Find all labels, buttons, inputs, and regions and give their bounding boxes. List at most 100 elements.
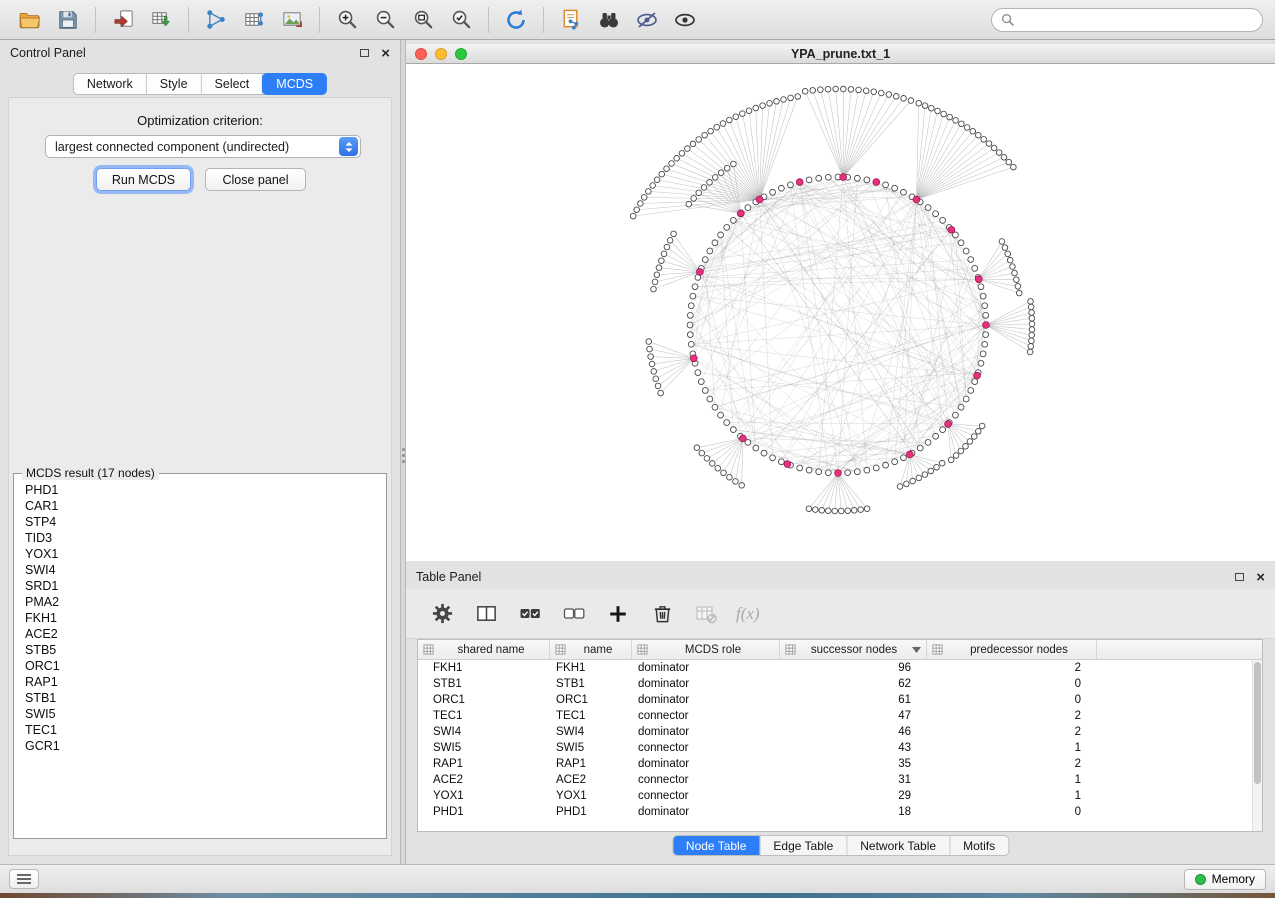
table-row[interactable]: STB1 STB1 dominator 62 0 xyxy=(418,676,1252,692)
mcds-list-item[interactable]: STB5 xyxy=(16,642,384,658)
network-node xyxy=(845,508,851,514)
mcds-list-item[interactable]: SRD1 xyxy=(16,578,384,594)
task-history-button[interactable] xyxy=(9,869,39,889)
run-mcds-button[interactable]: Run MCDS xyxy=(96,168,191,191)
close-panel-button[interactable]: Close panel xyxy=(205,168,306,191)
mcds-list-item[interactable]: PHD1 xyxy=(16,482,384,498)
show-details-button[interactable] xyxy=(667,4,703,36)
table-row[interactable]: ACE2 ACE2 connector 31 1 xyxy=(418,772,1252,788)
share-document-button[interactable] xyxy=(553,4,589,36)
network-table-button[interactable] xyxy=(236,4,272,36)
table-scrollbar[interactable] xyxy=(1252,660,1262,831)
mcds-list-item[interactable]: GCR1 xyxy=(16,738,384,754)
table-row[interactable]: RAP1 RAP1 dominator 35 2 xyxy=(418,756,1252,772)
scrollbar-thumb[interactable] xyxy=(1254,662,1261,784)
delete-column-button[interactable] xyxy=(648,600,676,628)
zoom-selected-button[interactable] xyxy=(443,4,479,36)
mcds-list-item[interactable]: CAR1 xyxy=(16,498,384,514)
mcds-list-item[interactable]: PMA2 xyxy=(16,594,384,610)
mcds-list-item[interactable]: YOX1 xyxy=(16,546,384,562)
tab-motifs[interactable]: Motifs xyxy=(950,836,1008,855)
chevron-down-icon[interactable] xyxy=(912,647,921,653)
table-row[interactable]: YOX1 YOX1 connector 29 1 xyxy=(418,788,1252,804)
tab-node-table[interactable]: Node Table xyxy=(673,836,761,855)
search-input[interactable] xyxy=(1020,13,1253,27)
table-cell: TEC1 xyxy=(550,710,632,722)
float-table-panel-icon[interactable] xyxy=(1235,573,1244,581)
mcds-list-item[interactable]: TID3 xyxy=(16,530,384,546)
table-cell: 31 xyxy=(780,774,927,786)
network-node xyxy=(928,468,934,474)
network-node xyxy=(818,87,824,93)
table-row[interactable]: PHD1 PHD1 dominator 18 0 xyxy=(418,804,1252,820)
column-header-shared-name[interactable]: shared name xyxy=(418,640,550,659)
memory-button[interactable]: Memory xyxy=(1184,869,1266,890)
mcds-list-item[interactable]: STB1 xyxy=(16,690,384,706)
show-columns-button[interactable] xyxy=(472,600,500,628)
column-header-name[interactable]: name xyxy=(550,640,632,659)
column-header-successor-nodes[interactable]: successor nodes xyxy=(780,640,927,659)
save-session-button[interactable] xyxy=(50,4,86,36)
network-node xyxy=(1001,154,1007,160)
hide-details-button[interactable] xyxy=(629,4,665,36)
mcds-list-item[interactable]: RAP1 xyxy=(16,674,384,690)
table-toolbar: f(x) xyxy=(406,589,1275,639)
network-node xyxy=(724,165,730,171)
mcds-list-item[interactable]: SWI5 xyxy=(16,706,384,722)
close-window-button[interactable] xyxy=(415,48,427,60)
deselect-all-button[interactable] xyxy=(560,600,588,628)
table-row[interactable]: TEC1 TEC1 connector 47 2 xyxy=(418,708,1252,724)
table-row[interactable]: ORC1 ORC1 dominator 61 0 xyxy=(418,692,1252,708)
select-all-button[interactable] xyxy=(516,600,544,628)
network-node xyxy=(658,390,664,396)
mcds-list-item[interactable]: SWI4 xyxy=(16,562,384,578)
new-network-button[interactable] xyxy=(198,4,234,36)
tab-select[interactable]: Select xyxy=(202,74,264,94)
zoom-fit-button[interactable] xyxy=(405,4,441,36)
table-cell: 0 xyxy=(927,806,1097,818)
table-row[interactable]: FKH1 FKH1 dominator 96 2 xyxy=(418,660,1252,676)
mcds-list-item[interactable]: STP4 xyxy=(16,514,384,530)
tab-edge-table[interactable]: Edge Table xyxy=(760,836,847,855)
tab-mcds[interactable]: MCDS xyxy=(262,73,327,95)
tab-network-table[interactable]: Network Table xyxy=(847,836,950,855)
create-column-button[interactable] xyxy=(604,600,632,628)
mcds-list-item[interactable]: ACE2 xyxy=(16,626,384,642)
network-node xyxy=(979,423,985,429)
column-label: name xyxy=(570,644,626,656)
zoom-out-button[interactable] xyxy=(367,4,403,36)
export-image-button[interactable] xyxy=(274,4,310,36)
close-table-panel-icon[interactable]: × xyxy=(1256,570,1265,585)
column-header-mcds-role[interactable]: MCDS role xyxy=(632,640,780,659)
import-table-from-file-button[interactable] xyxy=(143,4,179,36)
mcds-list-item[interactable]: FKH1 xyxy=(16,610,384,626)
zoom-in-button[interactable] xyxy=(329,4,365,36)
mcds-list-item[interactable]: TEC1 xyxy=(16,722,384,738)
column-grid-icon xyxy=(423,644,434,655)
refresh-button[interactable] xyxy=(498,4,534,36)
table-row[interactable]: SWI4 SWI4 dominator 46 2 xyxy=(418,724,1252,740)
network-window-titlebar[interactable]: YPA_prune.txt_1 xyxy=(406,44,1275,64)
network-node xyxy=(978,284,984,290)
mcds-list-item[interactable]: ORC1 xyxy=(16,658,384,674)
delete-table-button-disabled xyxy=(692,600,720,628)
table-settings-button[interactable] xyxy=(428,600,456,628)
column-header-predecessor-nodes[interactable]: predecessor nodes xyxy=(927,640,1097,659)
close-panel-icon[interactable]: × xyxy=(381,46,390,61)
trash-icon xyxy=(651,602,674,625)
optimization-select[interactable]: largest connected component (undirected) xyxy=(45,135,361,158)
table-cell: 18 xyxy=(780,806,927,818)
search-box[interactable] xyxy=(991,8,1263,32)
float-panel-icon[interactable] xyxy=(360,49,369,57)
minimize-window-button[interactable] xyxy=(435,48,447,60)
tab-style[interactable]: Style xyxy=(147,74,202,94)
open-file-button[interactable] xyxy=(12,4,48,36)
find-button[interactable] xyxy=(591,4,627,36)
tab-network[interactable]: Network xyxy=(74,74,147,94)
network-canvas-svg[interactable] xyxy=(406,64,1275,561)
import-network-from-file-button[interactable] xyxy=(105,4,141,36)
network-canvas[interactable] xyxy=(406,64,1275,561)
maximize-window-button[interactable] xyxy=(455,48,467,60)
table-row[interactable]: SWI5 SWI5 connector 43 1 xyxy=(418,740,1252,756)
network-node xyxy=(858,507,864,513)
